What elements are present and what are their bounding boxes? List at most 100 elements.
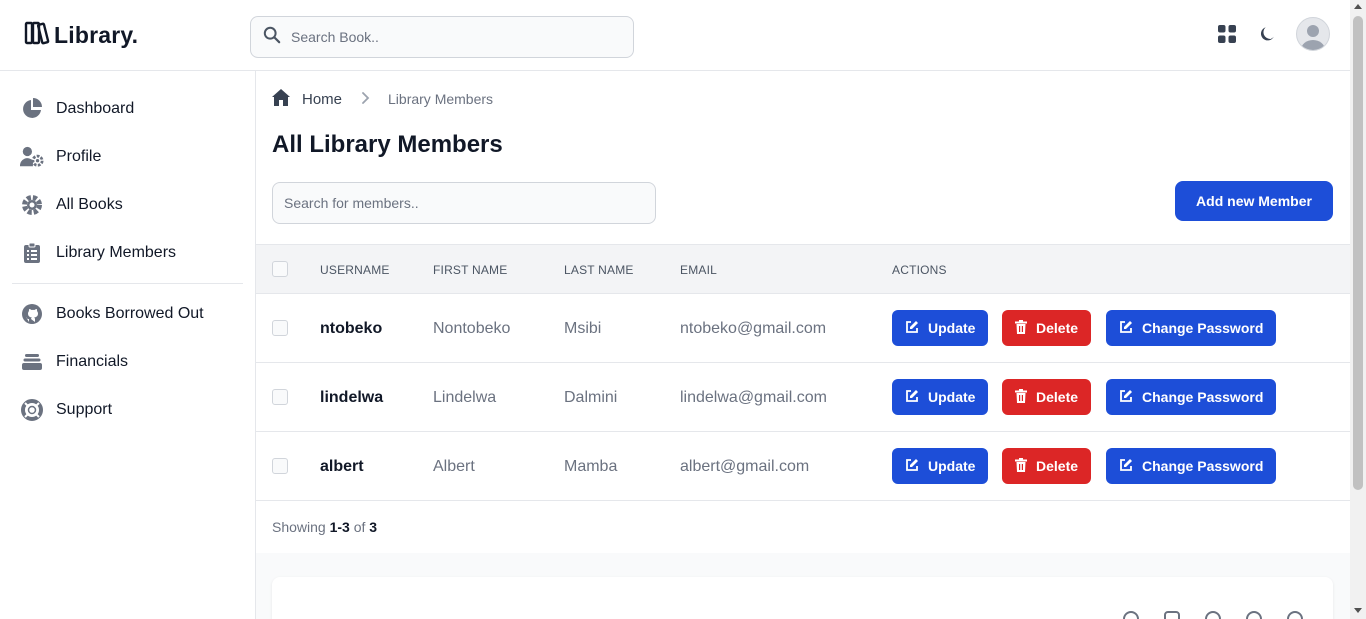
table-header: USERNAME FIRST NAME LAST NAME EMAIL ACTI…: [256, 244, 1350, 294]
cell-email: lindelwa@gmail.com: [680, 389, 827, 406]
sidebar-item-support[interactable]: Support: [12, 388, 243, 432]
layers-icon: [20, 350, 44, 374]
edit-icon: [905, 320, 919, 337]
change-password-button[interactable]: Change Password: [1106, 379, 1277, 415]
pagination-prefix: Showing: [272, 519, 326, 535]
edit-icon: [905, 458, 919, 475]
book-search-input[interactable]: [291, 29, 611, 45]
update-label: Update: [928, 320, 976, 336]
gear-icon: [20, 193, 44, 217]
update-button[interactable]: Update: [892, 310, 989, 346]
delete-label: Delete: [1036, 320, 1079, 336]
life-ring-icon: [20, 398, 44, 422]
cell-first-name: Albert: [433, 458, 475, 475]
sidebar-item-label: Support: [56, 401, 113, 418]
delete-button[interactable]: Delete: [1002, 379, 1092, 415]
row-checkbox[interactable]: [272, 389, 288, 405]
sidebar-item-library-members[interactable]: Library Members: [12, 231, 243, 275]
cell-username: albert: [320, 458, 364, 475]
column-header-first-name: FIRST NAME: [433, 263, 508, 277]
breadcrumb-home[interactable]: Home: [272, 89, 342, 109]
table-row: ntobeko Nontobeko Msibi ntobeko@gmail.co…: [256, 294, 1350, 363]
chart-pie-icon: [20, 97, 44, 121]
social-links: [1123, 611, 1303, 619]
delete-label: Delete: [1036, 458, 1079, 474]
sidebar-item-financials[interactable]: Financials: [12, 340, 243, 384]
sidebar-item-label: Profile: [56, 148, 102, 165]
sidebar-item-profile[interactable]: Profile: [12, 135, 243, 179]
instagram-icon[interactable]: [1164, 611, 1180, 619]
page-footer-card: [272, 577, 1333, 619]
dark-mode-moon-icon[interactable]: [1256, 23, 1278, 45]
edit-icon: [1119, 389, 1133, 406]
trash-icon: [1015, 457, 1027, 475]
scroll-down-arrow-icon[interactable]: [1354, 608, 1362, 613]
cell-email: albert@gmail.com: [680, 458, 810, 475]
scrollbar-thumb[interactable]: [1353, 16, 1363, 490]
change-password-button[interactable]: Change Password: [1106, 448, 1277, 484]
home-icon: [272, 89, 290, 109]
twitter-icon[interactable]: [1205, 611, 1221, 619]
sidebar-item-dashboard[interactable]: Dashboard: [12, 87, 243, 131]
apps-grid-icon[interactable]: [1216, 23, 1238, 45]
logo[interactable]: Library.: [24, 20, 138, 51]
app-title: Library.: [54, 22, 139, 48]
cell-username: lindelwa: [320, 389, 384, 406]
cell-last-name: Msibi: [564, 320, 602, 337]
dribbble-icon[interactable]: [1287, 611, 1303, 619]
chevron-right-icon: [362, 91, 370, 107]
add-new-member-button[interactable]: Add new Member: [1175, 181, 1333, 221]
column-header-last-name: LAST NAME: [564, 263, 634, 277]
user-avatar[interactable]: [1296, 17, 1330, 51]
pagination-range: 1-3: [329, 519, 350, 535]
change-password-button[interactable]: Change Password: [1106, 310, 1277, 346]
breadcrumb-home-label: Home: [302, 90, 343, 108]
table-row: lindelwa Lindelwa Dalmini lindelwa@gmail…: [256, 363, 1350, 432]
top-navbar: Library.: [0, 0, 1350, 71]
trash-icon: [1015, 319, 1027, 337]
github-icon: [20, 302, 44, 326]
breadcrumb-current: Library Members: [388, 91, 494, 107]
change-password-label: Change Password: [1142, 458, 1264, 474]
update-label: Update: [928, 389, 976, 405]
change-password-label: Change Password: [1142, 389, 1264, 405]
book-search-box[interactable]: [250, 16, 634, 58]
sidebar-item-all-books[interactable]: All Books: [12, 183, 243, 227]
pagination-total: 3: [369, 519, 378, 535]
select-all-checkbox[interactable]: [272, 261, 288, 277]
row-checkbox[interactable]: [272, 320, 288, 336]
main-content: Home Library Members All Library Members…: [256, 71, 1350, 619]
cell-email: ntobeko@gmail.com: [680, 320, 827, 337]
update-label: Update: [928, 458, 976, 474]
page-title: All Library Members: [272, 131, 503, 158]
member-search-input[interactable]: [272, 182, 656, 224]
sidebar-item-books-borrowed-out[interactable]: Books Borrowed Out: [12, 292, 243, 336]
members-table: USERNAME FIRST NAME LAST NAME EMAIL ACTI…: [256, 244, 1350, 501]
delete-button[interactable]: Delete: [1002, 310, 1092, 346]
sidebar-item-label: Financials: [56, 353, 129, 370]
sidebar: Dashboard Profile All Books Library Memb…: [0, 71, 256, 619]
facebook-icon[interactable]: [1123, 611, 1139, 619]
cell-first-name: Lindelwa: [433, 389, 497, 406]
pagination-of: of: [353, 519, 366, 535]
update-button[interactable]: Update: [892, 448, 989, 484]
sidebar-item-label: All Books: [56, 196, 123, 213]
sidebar-divider: [12, 283, 243, 284]
table-footer: Showing 1-3 of 3: [256, 501, 1350, 553]
table-row: albert Albert Mamba albert@gmail.com Upd…: [256, 432, 1350, 501]
edit-icon: [905, 389, 919, 406]
scroll-up-arrow-icon[interactable]: [1354, 4, 1362, 9]
delete-button[interactable]: Delete: [1002, 448, 1092, 484]
books-logo-icon: [24, 20, 50, 51]
delete-label: Delete: [1036, 389, 1079, 405]
cell-username: ntobeko: [320, 320, 383, 337]
row-checkbox[interactable]: [272, 458, 288, 474]
github-icon[interactable]: [1246, 611, 1262, 619]
breadcrumb: Home Library Members: [272, 89, 493, 109]
sidebar-item-label: Library Members: [56, 244, 177, 261]
sidebar-item-label: Dashboard: [56, 100, 135, 117]
user-gear-icon: [20, 145, 44, 169]
sidebar-item-label: Books Borrowed Out: [56, 305, 204, 322]
update-button[interactable]: Update: [892, 379, 989, 415]
page-scrollbar[interactable]: [1350, 0, 1366, 619]
